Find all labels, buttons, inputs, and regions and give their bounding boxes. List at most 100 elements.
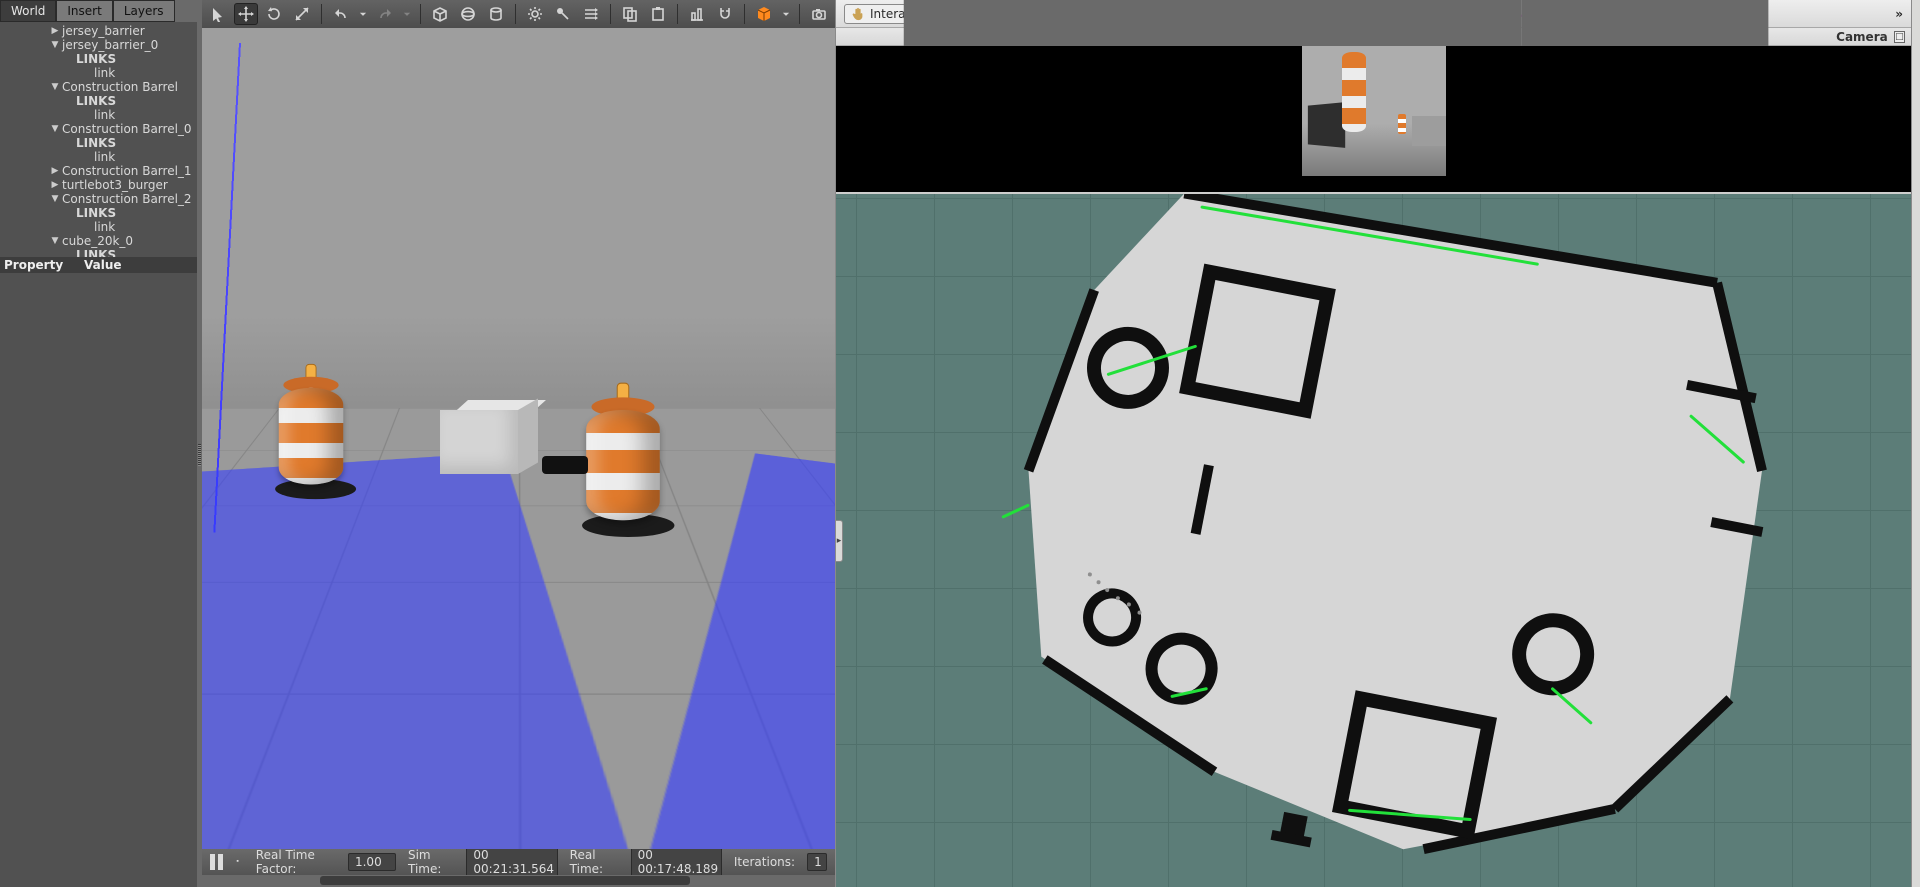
translate-tool[interactable] xyxy=(234,3,258,25)
dir-icon xyxy=(583,6,599,22)
tab-layers[interactable]: Layers xyxy=(113,0,175,22)
tree-item[interactable]: link xyxy=(4,66,193,80)
tree-item[interactable]: jersey_barrier_0 xyxy=(4,38,193,52)
tree-item-label: link xyxy=(92,220,115,234)
camera-icon xyxy=(811,6,827,22)
occupancy-map xyxy=(908,192,1839,887)
collapse-arrow-icon[interactable] xyxy=(50,236,60,246)
tree-item[interactable]: turtlebot3_burger xyxy=(4,178,193,192)
property-col: Property xyxy=(4,258,84,272)
rviz-left-handle[interactable]: ▸ xyxy=(836,520,843,562)
gazebo-toolbar xyxy=(202,0,835,28)
undo-icon xyxy=(333,6,349,22)
tree-item[interactable]: LINKS xyxy=(4,94,193,108)
insert-spotlight[interactable] xyxy=(551,3,575,25)
tree-item[interactable]: Construction Barrel_0 xyxy=(4,122,193,136)
tree-item-label: Construction Barrel_1 xyxy=(60,164,192,178)
toolbar-separator xyxy=(799,4,800,24)
tree-item[interactable]: LINKS xyxy=(4,136,193,150)
box-icon xyxy=(432,6,448,22)
tab-world[interactable]: World xyxy=(0,0,56,22)
scale-tool[interactable] xyxy=(290,3,314,25)
tree-item-label: Construction Barrel_2 xyxy=(60,192,192,206)
rviz-map-view[interactable]: ▸ xyxy=(836,192,1911,887)
rotate-tool[interactable] xyxy=(262,3,286,25)
move-icon xyxy=(238,6,254,22)
spot-icon xyxy=(555,6,571,22)
tree-item-label: turtlebot3_burger xyxy=(60,178,168,192)
tree-item-label: link xyxy=(92,108,115,122)
realtime-label: Real Time: xyxy=(570,848,619,876)
snap[interactable] xyxy=(713,3,737,25)
insert-pointlight[interactable] xyxy=(523,3,547,25)
insert-dirlight[interactable] xyxy=(579,3,603,25)
tab-insert[interactable]: Insert xyxy=(56,0,112,22)
paste[interactable] xyxy=(646,3,670,25)
select-tool[interactable] xyxy=(206,3,230,25)
camera-panel-header[interactable]: Camera □ xyxy=(836,28,1911,46)
expand-arrow-icon[interactable] xyxy=(50,26,60,36)
scale-icon xyxy=(294,6,310,22)
rtf-value: 1.00 xyxy=(348,853,396,871)
gazebo-window: World Insert Layers jersey_barrierjersey… xyxy=(0,0,835,887)
tree-item-label: LINKS xyxy=(74,206,116,220)
gazebo-tabs: World Insert Layers xyxy=(0,0,197,22)
drop-icon xyxy=(402,6,412,22)
redo-dropdown[interactable] xyxy=(401,3,413,25)
camera-panel-view[interactable] xyxy=(836,46,1911,192)
view-menu[interactable] xyxy=(752,3,776,25)
realtime-value: 00 00:17:48.189 xyxy=(631,846,722,878)
collapse-arrow-icon[interactable] xyxy=(50,194,60,204)
collapse-arrow-icon[interactable] xyxy=(50,82,60,92)
tree-item-label: Construction Barrel xyxy=(60,80,178,94)
redo[interactable] xyxy=(373,3,397,25)
camera-panel-close[interactable]: □ xyxy=(1894,31,1905,43)
property-body xyxy=(0,273,197,887)
simtime-value: 00 00:21:31.564 xyxy=(466,846,557,878)
gazebo-hscroll[interactable] xyxy=(202,875,835,887)
tree-item[interactable]: Construction Barrel_2 xyxy=(4,192,193,206)
tree-item[interactable]: LINKS xyxy=(4,248,193,257)
toolbar-separator xyxy=(321,4,322,24)
property-header: Property Value xyxy=(0,257,197,273)
tree-item[interactable]: link xyxy=(4,108,193,122)
view-dropdown[interactable] xyxy=(780,3,792,25)
redo-icon xyxy=(377,6,393,22)
magnet-icon xyxy=(717,6,733,22)
rviz-right-handle[interactable] xyxy=(1911,0,1920,887)
model-barrel-right xyxy=(582,410,664,537)
rtf-label: Real Time Factor: xyxy=(256,848,336,876)
rviz-toolbar-more[interactable]: » xyxy=(1895,7,1903,21)
rotate-icon xyxy=(266,6,282,22)
undo-dropdown[interactable] xyxy=(357,3,369,25)
tree-item[interactable]: Construction Barrel_1 xyxy=(4,164,193,178)
insert-box[interactable] xyxy=(428,3,452,25)
tree-item[interactable]: link xyxy=(4,220,193,234)
align-icon xyxy=(689,6,705,22)
copy[interactable] xyxy=(618,3,642,25)
tree-item[interactable]: Construction Barrel xyxy=(4,80,193,94)
gazebo-3d-viewport[interactable] xyxy=(202,28,835,849)
insert-cylinder[interactable] xyxy=(484,3,508,25)
tree-item[interactable]: jersey_barrier xyxy=(4,24,193,38)
undo[interactable] xyxy=(329,3,353,25)
collapse-arrow-icon[interactable] xyxy=(50,40,60,50)
model-turtlebot xyxy=(542,456,588,474)
collapse-arrow-icon[interactable] xyxy=(50,124,60,134)
expand-arrow-icon[interactable] xyxy=(50,166,60,176)
tree-item[interactable]: LINKS xyxy=(4,206,193,220)
expand-arrow-icon[interactable] xyxy=(50,180,60,190)
tree-item[interactable]: link xyxy=(4,150,193,164)
insert-sphere[interactable] xyxy=(456,3,480,25)
pause-button[interactable] xyxy=(210,854,223,870)
tree-item-label: cube_20k_0 xyxy=(60,234,133,248)
screenshot[interactable] xyxy=(807,3,831,25)
cube-icon xyxy=(756,6,772,22)
iter-value: 1 xyxy=(807,853,827,871)
align[interactable] xyxy=(685,3,709,25)
tree-item[interactable]: LINKS xyxy=(4,52,193,66)
tree-item-label: link xyxy=(92,150,115,164)
tree-item[interactable]: cube_20k_0 xyxy=(4,234,193,248)
copy-icon xyxy=(622,6,638,22)
world-tree[interactable]: jersey_barrierjersey_barrier_0LINKSlinkC… xyxy=(0,22,197,257)
